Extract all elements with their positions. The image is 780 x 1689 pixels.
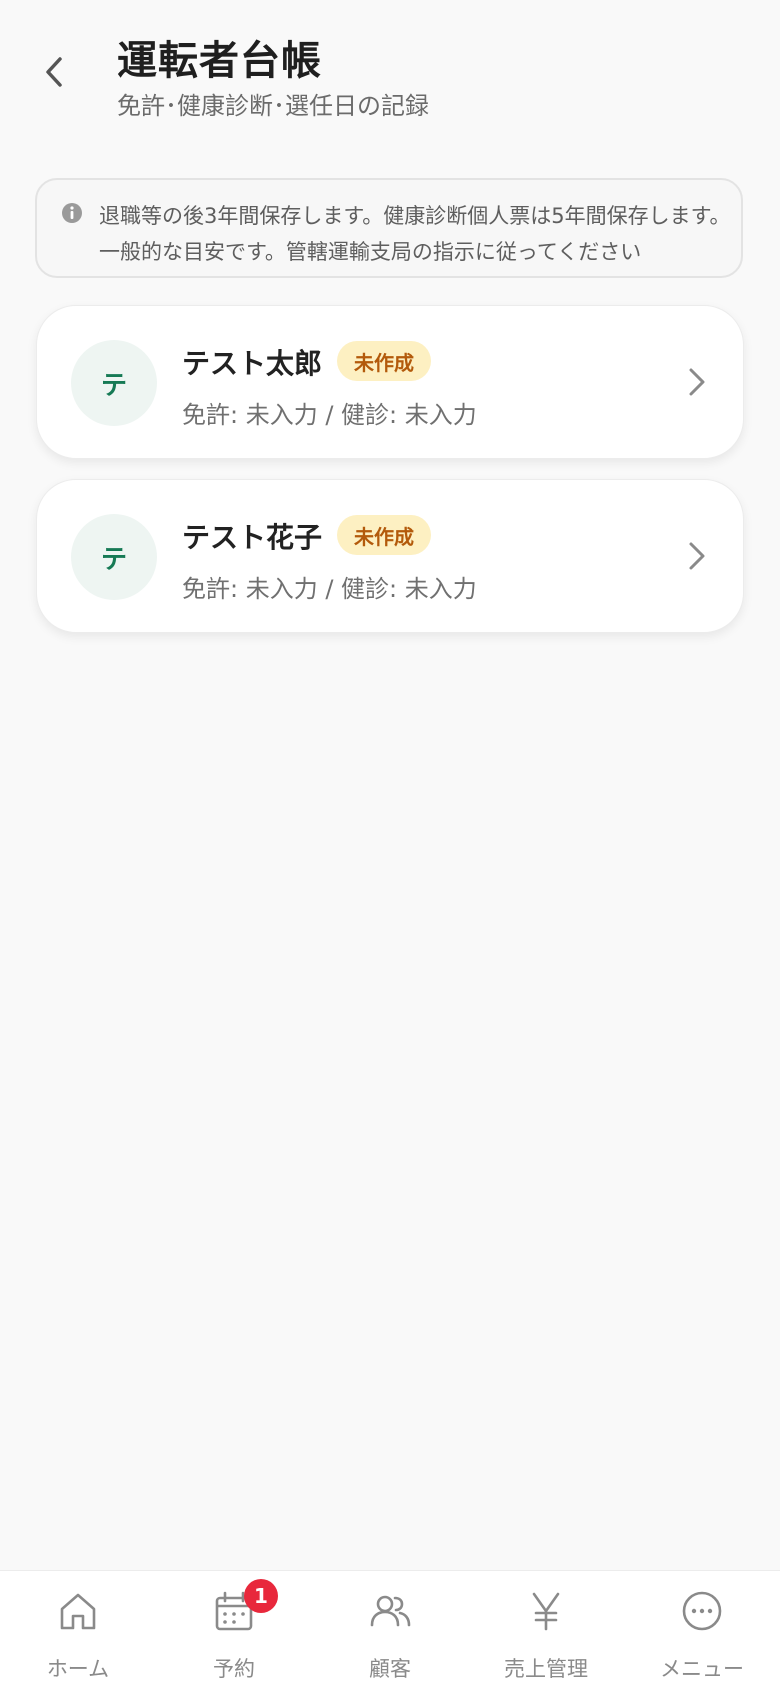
status-badge: 未作成 (337, 515, 431, 555)
chevron-right-icon (689, 368, 705, 396)
nav-menu-label: メニュー (660, 1657, 744, 1681)
users-icon (370, 1595, 411, 1627)
notice-text-line2: 一般的な目安です。管轄運輸支局の指示に従ってください (99, 240, 642, 264)
driver-name: テスト太郎 (182, 347, 323, 380)
page-title: 運転者台帳 (117, 38, 322, 84)
nav-reservations-label: 予約 (213, 1657, 255, 1681)
nav-reservations[interactable]: 1 予約 (156, 1571, 312, 1689)
nav-home[interactable]: ホーム (0, 1571, 156, 1689)
more-icon (682, 1591, 722, 1631)
nav-sales-label: 売上管理 (504, 1657, 588, 1681)
nav-customers[interactable]: 顧客 (312, 1571, 468, 1689)
notification-badge: 1 (244, 1579, 278, 1613)
page-subtitle: 免許･健康診断･選任日の記録 (117, 92, 429, 120)
status-badge: 未作成 (337, 341, 431, 381)
retention-notice: 退職等の後3年間保存します。健康診断個人票は5年間保存します。 一般的な目安です… (35, 178, 743, 278)
yen-icon (532, 1592, 560, 1631)
driver-record-summary: 免許: 未入力 / 健診: 未入力 (182, 401, 477, 429)
driver-avatar: テ (71, 340, 157, 426)
driver-name: テスト花子 (182, 521, 323, 554)
home-icon (60, 1593, 96, 1630)
nav-sales[interactable]: 売上管理 (468, 1571, 624, 1689)
driver-card[interactable]: テ テスト花子 未作成 免許: 未入力 / 健診: 未入力 (36, 479, 744, 633)
chevron-right-icon (689, 542, 705, 570)
nav-home-label: ホーム (46, 1657, 110, 1681)
bottom-navigation: ホーム 1 予約 顧客 売上管理 メニュー (0, 1570, 780, 1689)
driver-card[interactable]: テ テスト太郎 未作成 免許: 未入力 / 健診: 未入力 (36, 305, 744, 459)
back-button[interactable] (36, 50, 72, 94)
app-header: 運転者台帳 免許･健康診断･選任日の記録 (0, 0, 780, 140)
nav-customers-label: 顧客 (369, 1657, 411, 1681)
nav-menu[interactable]: メニュー (624, 1571, 780, 1689)
chevron-left-icon (46, 57, 62, 87)
notice-text-line1: 退職等の後3年間保存します。健康診断個人票は5年間保存します。 (99, 204, 731, 228)
info-icon (62, 203, 82, 223)
driver-avatar: テ (71, 514, 157, 600)
driver-record-summary: 免許: 未入力 / 健診: 未入力 (182, 575, 477, 603)
